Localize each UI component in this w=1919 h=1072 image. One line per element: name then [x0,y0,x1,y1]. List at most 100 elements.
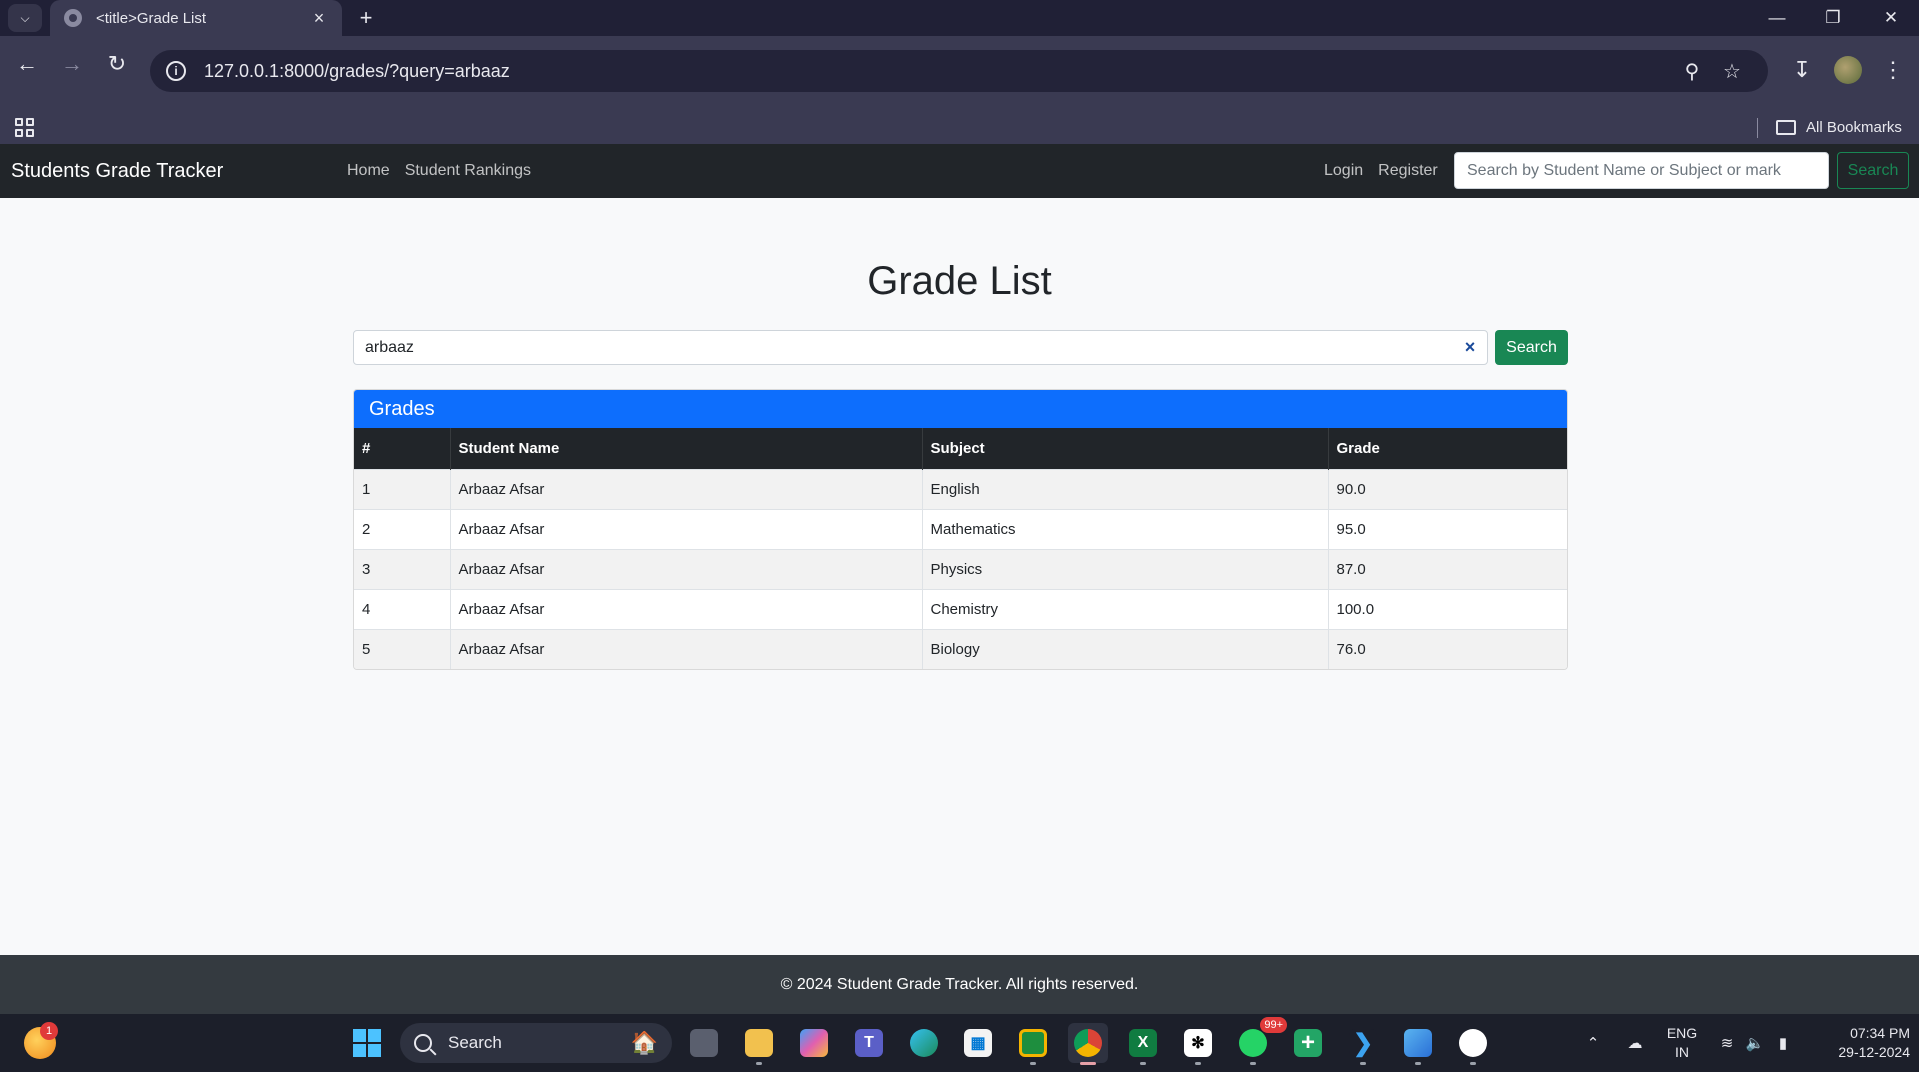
bookmarks-divider [1757,118,1758,138]
tab-search-dropdown-icon[interactable]: ⌵ [8,4,42,32]
bookmark-star-icon[interactable]: ☆ [1712,55,1752,87]
table-row: 1 Arbaaz Afsar English 90.0 [354,468,1567,509]
column-header-student-name: Student Name [450,428,923,469]
grade-search-button[interactable]: Search [1495,330,1568,365]
language-indicator[interactable]: ENG IN [1662,1024,1702,1062]
photos-icon[interactable] [1398,1023,1438,1065]
show-hidden-icons-chevron-icon[interactable]: ⌃ [1578,1014,1608,1072]
wifi-icon[interactable]: ≋ [1714,1014,1740,1072]
microsoft-store-icon[interactable]: ▦ [958,1023,998,1063]
search-icon [414,1034,432,1052]
cell-student-name: Arbaaz Afsar [450,588,923,629]
system-clock[interactable]: 07:34 PM 29-12-2024 [1806,1024,1910,1062]
grade-search-form: × Search [353,330,1568,365]
cell-grade: 90.0 [1328,468,1567,509]
chatgpt-icon[interactable]: ✻ [1178,1023,1218,1065]
cell-subject: Chemistry [922,588,1329,629]
address-bar[interactable]: i 127.0.0.1:8000/grades/?query=arbaaz ⚲ … [150,50,1768,92]
close-tab-icon[interactable]: × [310,8,328,29]
minimize-button[interactable]: — [1749,0,1805,36]
clock-time: 07:34 PM [1850,1025,1910,1041]
cell-student-name: Arbaaz Afsar [450,628,923,669]
cell-index: 1 [354,468,451,509]
vscode-icon[interactable]: ❯ [1343,1023,1383,1065]
site-footer: © 2024 Student Grade Tracker. All rights… [0,955,1919,1014]
navbar-search-input[interactable] [1454,152,1829,189]
cell-grade: 100.0 [1328,588,1567,629]
site-info-icon[interactable]: i [166,61,186,81]
chrome-icon[interactable] [1068,1023,1108,1065]
folder-icon [1776,119,1796,135]
nav-link-home[interactable]: Home [347,162,390,180]
search-highlight-icon: 🏠 [630,1030,658,1055]
table-row: 3 Arbaaz Afsar Physics 87.0 [354,548,1567,589]
forward-button[interactable]: → [54,46,90,82]
battery-icon[interactable]: ▮ [1770,1014,1796,1072]
copilot-icon[interactable] [794,1023,834,1063]
grade-search-input[interactable] [353,330,1488,365]
column-header-index: # [354,428,451,469]
windows-logo-icon [353,1029,381,1057]
classroom-icon[interactable] [1013,1023,1053,1065]
cell-index: 4 [354,588,451,629]
reload-button[interactable]: ↻ [99,46,135,82]
globe-icon [64,9,82,27]
cell-grade: 76.0 [1328,628,1567,669]
profile-avatar[interactable] [1828,50,1868,90]
cell-subject: Physics [922,548,1329,589]
cell-subject: English [922,468,1329,509]
zoom-icon[interactable]: ⚲ [1672,55,1712,87]
url-text[interactable]: 127.0.0.1:8000/grades/?query=arbaaz [204,61,1672,82]
table-header-row: # Student Name Subject Grade [354,428,1567,469]
grades-card-header: Grades [354,390,1567,428]
bookmarks-bar: All Bookmarks [0,110,1919,144]
register-link[interactable]: Register [1378,162,1438,180]
github-icon[interactable] [1453,1023,1493,1065]
download-icon[interactable]: ↧ [1782,50,1822,90]
onedrive-offline-icon[interactable]: ☁ [1620,1014,1650,1072]
cell-subject: Biology [922,628,1329,669]
cell-subject: Mathematics [922,508,1329,549]
footer-copyright: © 2024 Student Grade Tracker. All rights… [780,975,1139,993]
browser-tab-bar: ⌵ <title>Grade List × + — ❐ ✕ [0,0,1919,36]
lang-bottom: IN [1675,1044,1689,1060]
teams-icon[interactable]: T [849,1023,889,1063]
nav-links: Home Student Rankings [347,144,531,198]
column-header-grade: Grade [1328,428,1567,469]
apps-grid-icon[interactable] [12,110,36,144]
table-row: 2 Arbaaz Afsar Mathematics 95.0 [354,508,1567,549]
cell-index: 2 [354,508,451,549]
weather-badge: 1 [40,1022,58,1040]
close-window-button[interactable]: ✕ [1863,0,1919,36]
clear-search-icon[interactable]: × [1458,330,1482,365]
start-button[interactable] [347,1023,387,1063]
table-row: 4 Arbaaz Afsar Chemistry 100.0 [354,588,1567,629]
navbar-search-button[interactable]: Search [1837,152,1909,189]
google-sheets-plus-icon[interactable]: + [1288,1023,1328,1063]
cell-index: 5 [354,628,451,669]
nav-link-student-rankings[interactable]: Student Rankings [405,162,531,180]
login-link[interactable]: Login [1324,162,1363,180]
menu-kebab-icon[interactable]: ⋮ [1873,50,1913,90]
new-tab-button[interactable]: + [352,4,380,32]
cell-student-name: Arbaaz Afsar [450,468,923,509]
restore-button[interactable]: ❐ [1805,0,1861,36]
taskbar-search[interactable]: Search 🏠 [400,1023,672,1063]
cell-student-name: Arbaaz Afsar [450,508,923,549]
task-view-icon[interactable] [684,1023,724,1063]
brand-link[interactable]: Students Grade Tracker [11,144,223,198]
excel-icon[interactable]: X [1123,1023,1163,1065]
volume-icon[interactable]: 🔈 [1742,1014,1768,1072]
auth-links: Login Register [1324,144,1438,198]
browser-tab-active[interactable]: <title>Grade List × [50,0,342,36]
whatsapp-badge: 99+ [1260,1017,1287,1033]
column-header-subject: Subject [922,428,1329,469]
page-title: Grade List [867,259,1052,303]
back-button[interactable]: ← [9,46,45,82]
grades-card: Grades # Student Name Subject Grade 1 Ar… [353,389,1568,670]
edge-icon[interactable] [904,1023,944,1063]
all-bookmarks-button[interactable]: All Bookmarks [1776,110,1902,144]
file-explorer-icon[interactable] [739,1023,779,1065]
whatsapp-icon[interactable]: 99+ [1233,1017,1287,1065]
site-navbar: Students Grade Tracker Home Student Rank… [0,144,1919,198]
